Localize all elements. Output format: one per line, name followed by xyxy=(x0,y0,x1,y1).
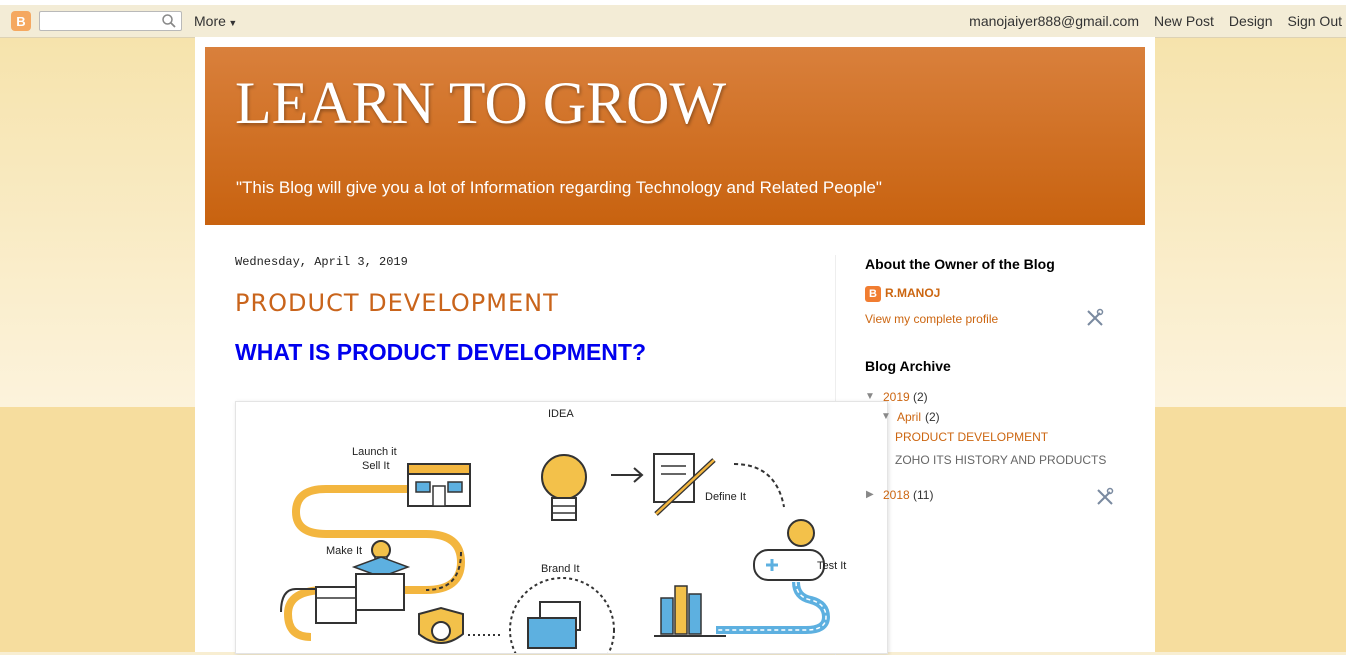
blog-header: LEARN TO GROW "This Blog will give you a… xyxy=(205,47,1145,225)
blogger-navbar: B More ▼ manojaiyer888@gmail.com New Pos… xyxy=(0,0,1346,38)
post-date: Wednesday, April 3, 2019 xyxy=(235,255,408,269)
search-icon[interactable] xyxy=(161,13,177,29)
owner-name-link[interactable]: R.MANOJ xyxy=(885,286,940,300)
design-link[interactable]: Design xyxy=(1229,13,1273,29)
post-heading: WHAT IS PRODUCT DEVELOPMENT? xyxy=(235,339,647,365)
blogger-logo-icon[interactable]: B xyxy=(11,11,31,31)
expand-toggle-icon[interactable]: ▼ xyxy=(865,391,875,402)
navbar-right: manojaiyer888@gmail.com New Post Design … xyxy=(969,13,1342,29)
diagram-label-test: Test It xyxy=(817,560,847,572)
more-menu[interactable]: More ▼ xyxy=(194,13,237,29)
archive-post-link[interactable]: ZOHO ITS HISTORY AND PRODUCTS xyxy=(895,453,1106,467)
search-input[interactable] xyxy=(39,11,182,31)
archive-post-link[interactable]: PRODUCT DEVELOPMENT xyxy=(895,430,1048,444)
expand-toggle-icon[interactable]: ▼ xyxy=(881,411,891,422)
collapse-toggle-icon[interactable]: ▶ xyxy=(866,489,874,500)
archive-month-count: (2) xyxy=(925,410,940,424)
diagram-label-define: Define It xyxy=(705,491,746,503)
edit-gadget-icon[interactable] xyxy=(1095,487,1115,507)
blog-archive-heading: Blog Archive xyxy=(865,358,951,374)
diagram-label-idea: IDEA xyxy=(548,408,574,420)
diagram-label-sell: Sell It xyxy=(362,460,390,472)
more-label: More xyxy=(194,13,226,29)
archive-year-count: (11) xyxy=(913,488,934,502)
archive-year-2018[interactable]: 2018 xyxy=(883,488,910,502)
product-development-diagram: IDEA Launch it Sell It Define It Make It… xyxy=(235,401,888,654)
diagram-label-brand: Brand It xyxy=(541,563,580,575)
blog-description: "This Blog will give you a lot of Inform… xyxy=(236,178,882,197)
archive-year-2019[interactable]: 2019 xyxy=(883,390,910,404)
edit-gadget-icon[interactable] xyxy=(1085,308,1105,328)
about-owner-heading: About the Owner of the Blog xyxy=(865,256,1055,272)
view-profile-link[interactable]: View my complete profile xyxy=(865,312,998,326)
diagram-label-launch: Launch it xyxy=(352,446,397,458)
chevron-down-icon: ▼ xyxy=(225,18,238,28)
account-email[interactable]: manojaiyer888@gmail.com xyxy=(969,13,1139,29)
blogger-profile-icon: B xyxy=(865,286,881,302)
archive-month-april[interactable]: April xyxy=(897,410,921,424)
blog-title[interactable]: LEARN TO GROW xyxy=(235,69,726,138)
sign-out-link[interactable]: Sign Out xyxy=(1288,13,1342,29)
content-outer: LEARN TO GROW "This Blog will give you a… xyxy=(195,37,1155,655)
diagram-label-make: Make It xyxy=(326,545,363,557)
new-post-link[interactable]: New Post xyxy=(1154,13,1214,29)
diagram-illustration xyxy=(280,453,831,653)
archive-year-count: (2) xyxy=(913,390,928,404)
post-title[interactable]: PRODUCT DEVELOPMENT xyxy=(235,289,559,317)
